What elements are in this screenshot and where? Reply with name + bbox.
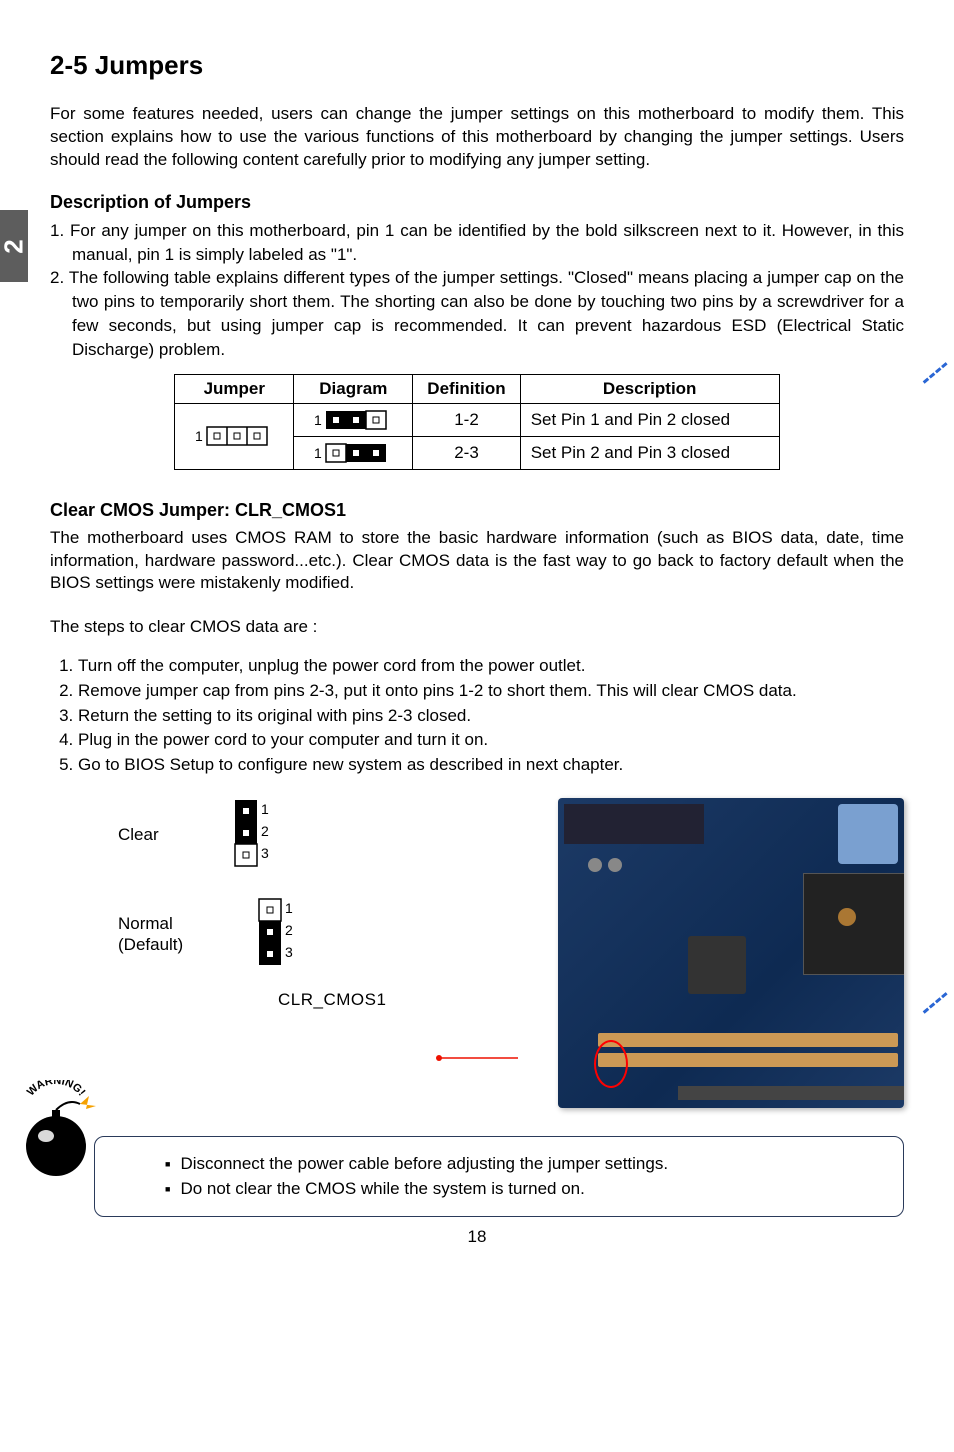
warning-item: Disconnect the power cable before adjust… — [165, 1151, 883, 1177]
step-item: Turn off the computer, unplug the power … — [78, 654, 904, 679]
description-item-2: 2. The following table explains differen… — [50, 266, 904, 361]
svg-text:2: 2 — [285, 922, 293, 938]
jumper-name-label: CLR_CMOS1 — [278, 990, 421, 1010]
normal-label-line1: Normal — [118, 914, 173, 933]
cmos-heading: Clear CMOS Jumper: CLR_CMOS1 — [50, 500, 904, 521]
page-number: 18 — [50, 1227, 904, 1247]
indicator-line — [431, 808, 518, 1088]
warning-item: Do not clear the CMOS while the system i… — [165, 1176, 883, 1202]
steps-lead: The steps to clear CMOS data are : — [50, 617, 904, 637]
svg-text:1: 1 — [314, 445, 322, 461]
warning-box: WARNING! Disconnect the power cable befo… — [50, 1136, 904, 1217]
jumper-23-closed-icon: 1 — [308, 441, 398, 465]
jumper-location-highlight — [594, 1040, 628, 1088]
svg-text:1: 1 — [261, 801, 269, 817]
th-definition: Definition — [413, 374, 520, 403]
jumper-12-closed-icon: 1 — [308, 408, 398, 432]
cell-desc-23: Set Pin 2 and Pin 3 closed — [520, 436, 779, 469]
cell-diagram-12: 1 — [294, 403, 413, 436]
step-item: Plug in the power cord to your computer … — [78, 728, 904, 753]
clear-pins-icon: 1 2 3 — [229, 798, 277, 873]
normal-pins-icon: 1 2 3 — [253, 897, 301, 972]
clear-label: Clear — [118, 824, 159, 845]
description-item-1: 1. For any jumper on this motherboard, p… — [50, 219, 904, 267]
svg-text:1: 1 — [314, 412, 322, 428]
cmos-description: The motherboard uses CMOS RAM to store t… — [50, 527, 904, 596]
section-title: 2-5 Jumpers — [50, 50, 904, 81]
normal-label: Normal (Default) — [118, 913, 183, 956]
svg-text:1: 1 — [195, 428, 203, 444]
step-item: Remove jumper cap from pins 2-3, put it … — [78, 679, 904, 704]
normal-label-line2: (Default) — [118, 935, 183, 954]
table-header-row: Jumper Diagram Definition Description — [175, 374, 779, 403]
intro-paragraph: For some features needed, users can chan… — [50, 103, 904, 172]
th-description: Description — [520, 374, 779, 403]
table-row: 1 1 1-2 S — [175, 403, 779, 436]
svg-text:3: 3 — [261, 845, 269, 861]
description-heading: Description of Jumpers — [50, 192, 904, 213]
cell-def-12: 1-2 — [413, 403, 520, 436]
jumper-state-diagrams: Clear 1 2 3 Normal — [50, 798, 421, 1010]
warning-bomb-icon: WARNING! — [6, 1080, 106, 1180]
cell-jumper-diagram: 1 — [175, 403, 294, 469]
svg-text:1: 1 — [285, 900, 293, 916]
steps-list: Turn off the computer, unplug the power … — [50, 654, 904, 777]
jumper-3pin-icon: 1 — [189, 423, 279, 449]
cell-desc-12: Set Pin 1 and Pin 2 closed — [520, 403, 779, 436]
cell-def-23: 2-3 — [413, 436, 520, 469]
jumper-table: Jumper Diagram Definition Description 1 — [174, 374, 779, 470]
th-jumper: Jumper — [175, 374, 294, 403]
step-item: Go to BIOS Setup to configure new system… — [78, 753, 904, 778]
step-item: Return the setting to its original with … — [78, 704, 904, 729]
diagram-row: Clear 1 2 3 Normal — [50, 798, 904, 1108]
cell-diagram-23: 1 — [294, 436, 413, 469]
svg-text:2: 2 — [261, 823, 269, 839]
motherboard-image — [558, 798, 904, 1108]
svg-text:3: 3 — [285, 944, 293, 960]
th-diagram: Diagram — [294, 374, 413, 403]
svg-text:WARNING!: WARNING! — [25, 1080, 87, 1098]
